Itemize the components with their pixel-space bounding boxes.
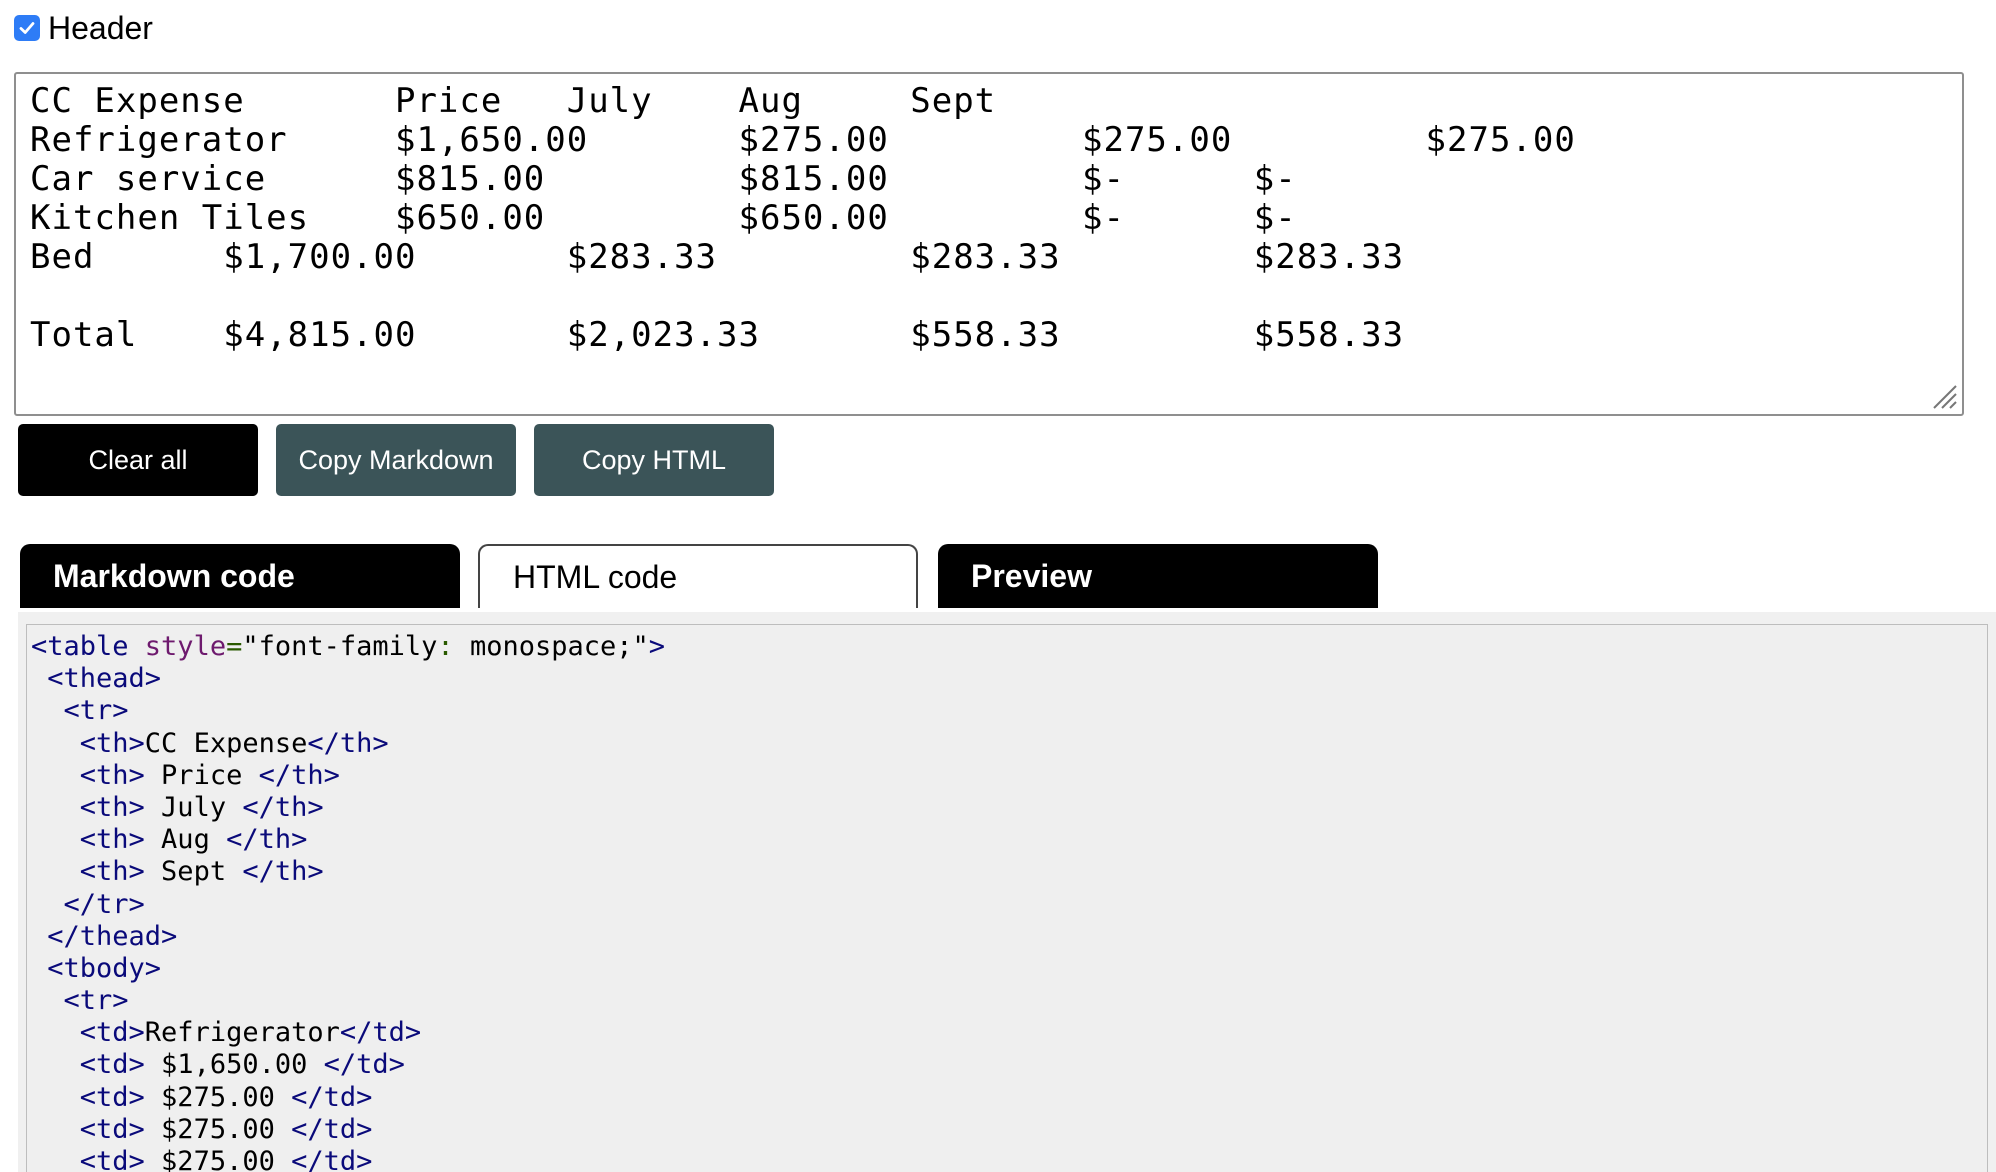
code-token: style bbox=[144, 631, 227, 662]
input-line: CC Expense Price July Aug Sept bbox=[30, 81, 997, 121]
code-token: : bbox=[437, 631, 454, 662]
clear-all-button[interactable]: Clear all bbox=[18, 424, 258, 496]
header-checkbox-label: Header bbox=[48, 9, 153, 46]
copy-markdown-button[interactable]: Copy Markdown bbox=[276, 424, 516, 496]
code-line: <td>Refrigerator</td> bbox=[31, 1017, 1987, 1049]
code-output-panel: <table style="font-family: monospace;"> … bbox=[18, 612, 1996, 1172]
code-token: Refrigerator bbox=[144, 1017, 340, 1049]
input-line: Total $4,815.00 $2,023.33 $558.33 $558.3… bbox=[30, 315, 1405, 355]
code-line: <td> $1,650.00 </td> bbox=[31, 1049, 1987, 1081]
code-token: $1,650.00 bbox=[144, 1049, 324, 1081]
code-line: <th> July </th> bbox=[31, 792, 1987, 824]
code-line: <tbody> bbox=[31, 953, 1987, 985]
code-token: </td> bbox=[291, 1113, 373, 1145]
input-line: Bed $1,700.00 $283.33 $283.33 $283.33 bbox=[30, 237, 1405, 277]
input-line: Kitchen Tiles $650.00 $650.00 $- $- bbox=[30, 198, 1297, 238]
code-line: <thead> bbox=[31, 663, 1987, 695]
code-token: Aug bbox=[144, 824, 227, 856]
code-token: </th> bbox=[307, 727, 389, 759]
copy-html-button[interactable]: Copy HTML bbox=[534, 424, 774, 496]
code-token: <td> bbox=[31, 1049, 145, 1081]
code-line: <table style="font-family: monospace;"> bbox=[31, 631, 1987, 663]
code-token: <tbody> bbox=[31, 952, 162, 984]
code-token: CC Expense bbox=[144, 727, 308, 759]
code-token: </th> bbox=[242, 856, 324, 888]
code-token: </td> bbox=[323, 1049, 405, 1081]
code-token: "font-family bbox=[242, 631, 438, 662]
input-line bbox=[30, 277, 1948, 316]
table-input-text: CC Expense Price July Aug Sept Refrigerat… bbox=[30, 82, 1948, 355]
code-token: </th> bbox=[226, 824, 308, 856]
code-line: <th>CC Expense</th> bbox=[31, 728, 1987, 760]
code-token: <thead> bbox=[31, 663, 162, 695]
code-line: <tr> bbox=[31, 985, 1987, 1017]
code-token: <td> bbox=[31, 1017, 145, 1049]
code-token: Sept bbox=[144, 856, 243, 888]
code-token: <td> bbox=[31, 1146, 145, 1172]
code-token: <th> bbox=[31, 791, 145, 823]
code-token: $275.00 bbox=[144, 1113, 292, 1145]
header-checkbox[interactable] bbox=[14, 15, 40, 41]
code-token: <th> bbox=[31, 824, 145, 856]
code-token: monospace;" bbox=[453, 631, 649, 662]
code-line: <th> Sept </th> bbox=[31, 856, 1987, 888]
code-line: <th> Price </th> bbox=[31, 760, 1987, 792]
tab-markdown-code[interactable]: Markdown code bbox=[20, 544, 460, 608]
code-line: <td> $275.00 </td> bbox=[31, 1082, 1987, 1114]
checkmark-icon bbox=[19, 22, 35, 34]
table-input-textarea[interactable]: CC Expense Price July Aug Sept Refrigerat… bbox=[14, 72, 1964, 416]
input-line: Refrigerator $1,650.00 $275.00 $275.00 $… bbox=[30, 120, 1576, 160]
code-token: <th> bbox=[31, 856, 145, 888]
code-token: </td> bbox=[291, 1146, 373, 1172]
code-token: $275.00 bbox=[144, 1146, 292, 1172]
resize-handle-icon[interactable] bbox=[1930, 382, 1958, 410]
code-line: <tr> bbox=[31, 695, 1987, 727]
code-token: July bbox=[144, 791, 243, 823]
code-token: </td> bbox=[339, 1017, 422, 1049]
tab-html-code[interactable]: HTML code bbox=[478, 544, 918, 608]
code-token: </td> bbox=[291, 1081, 373, 1113]
html-code-output[interactable]: <table style="font-family: monospace;"> … bbox=[26, 624, 1988, 1172]
code-token: = bbox=[226, 631, 243, 662]
code-token: <table bbox=[31, 631, 145, 662]
input-line: Car service $815.00 $815.00 $- $- bbox=[30, 159, 1297, 199]
code-token: <th> bbox=[31, 759, 145, 791]
code-token: </tr> bbox=[31, 888, 145, 920]
code-line: <td> $275.00 </td> bbox=[31, 1114, 1987, 1146]
code-line: </tr> bbox=[31, 889, 1987, 921]
code-token: <td> bbox=[31, 1113, 145, 1145]
code-token: <th> bbox=[31, 727, 145, 759]
code-token: <td> bbox=[31, 1081, 145, 1113]
code-token: </th> bbox=[258, 759, 340, 791]
code-line: <td> $275.00 </td> bbox=[31, 1146, 1987, 1172]
code-line: <th> Aug </th> bbox=[31, 824, 1987, 856]
header-toggle[interactable]: Header bbox=[14, 8, 153, 48]
code-token: <tr> bbox=[31, 695, 129, 727]
code-token: > bbox=[648, 631, 666, 662]
tab-preview[interactable]: Preview bbox=[938, 544, 1378, 608]
code-token: Price bbox=[144, 759, 259, 791]
code-token: </th> bbox=[242, 791, 324, 823]
code-line: </thead> bbox=[31, 921, 1987, 953]
code-token: </thead> bbox=[31, 920, 178, 952]
code-token: <tr> bbox=[31, 985, 129, 1017]
code-token: $275.00 bbox=[144, 1081, 292, 1113]
